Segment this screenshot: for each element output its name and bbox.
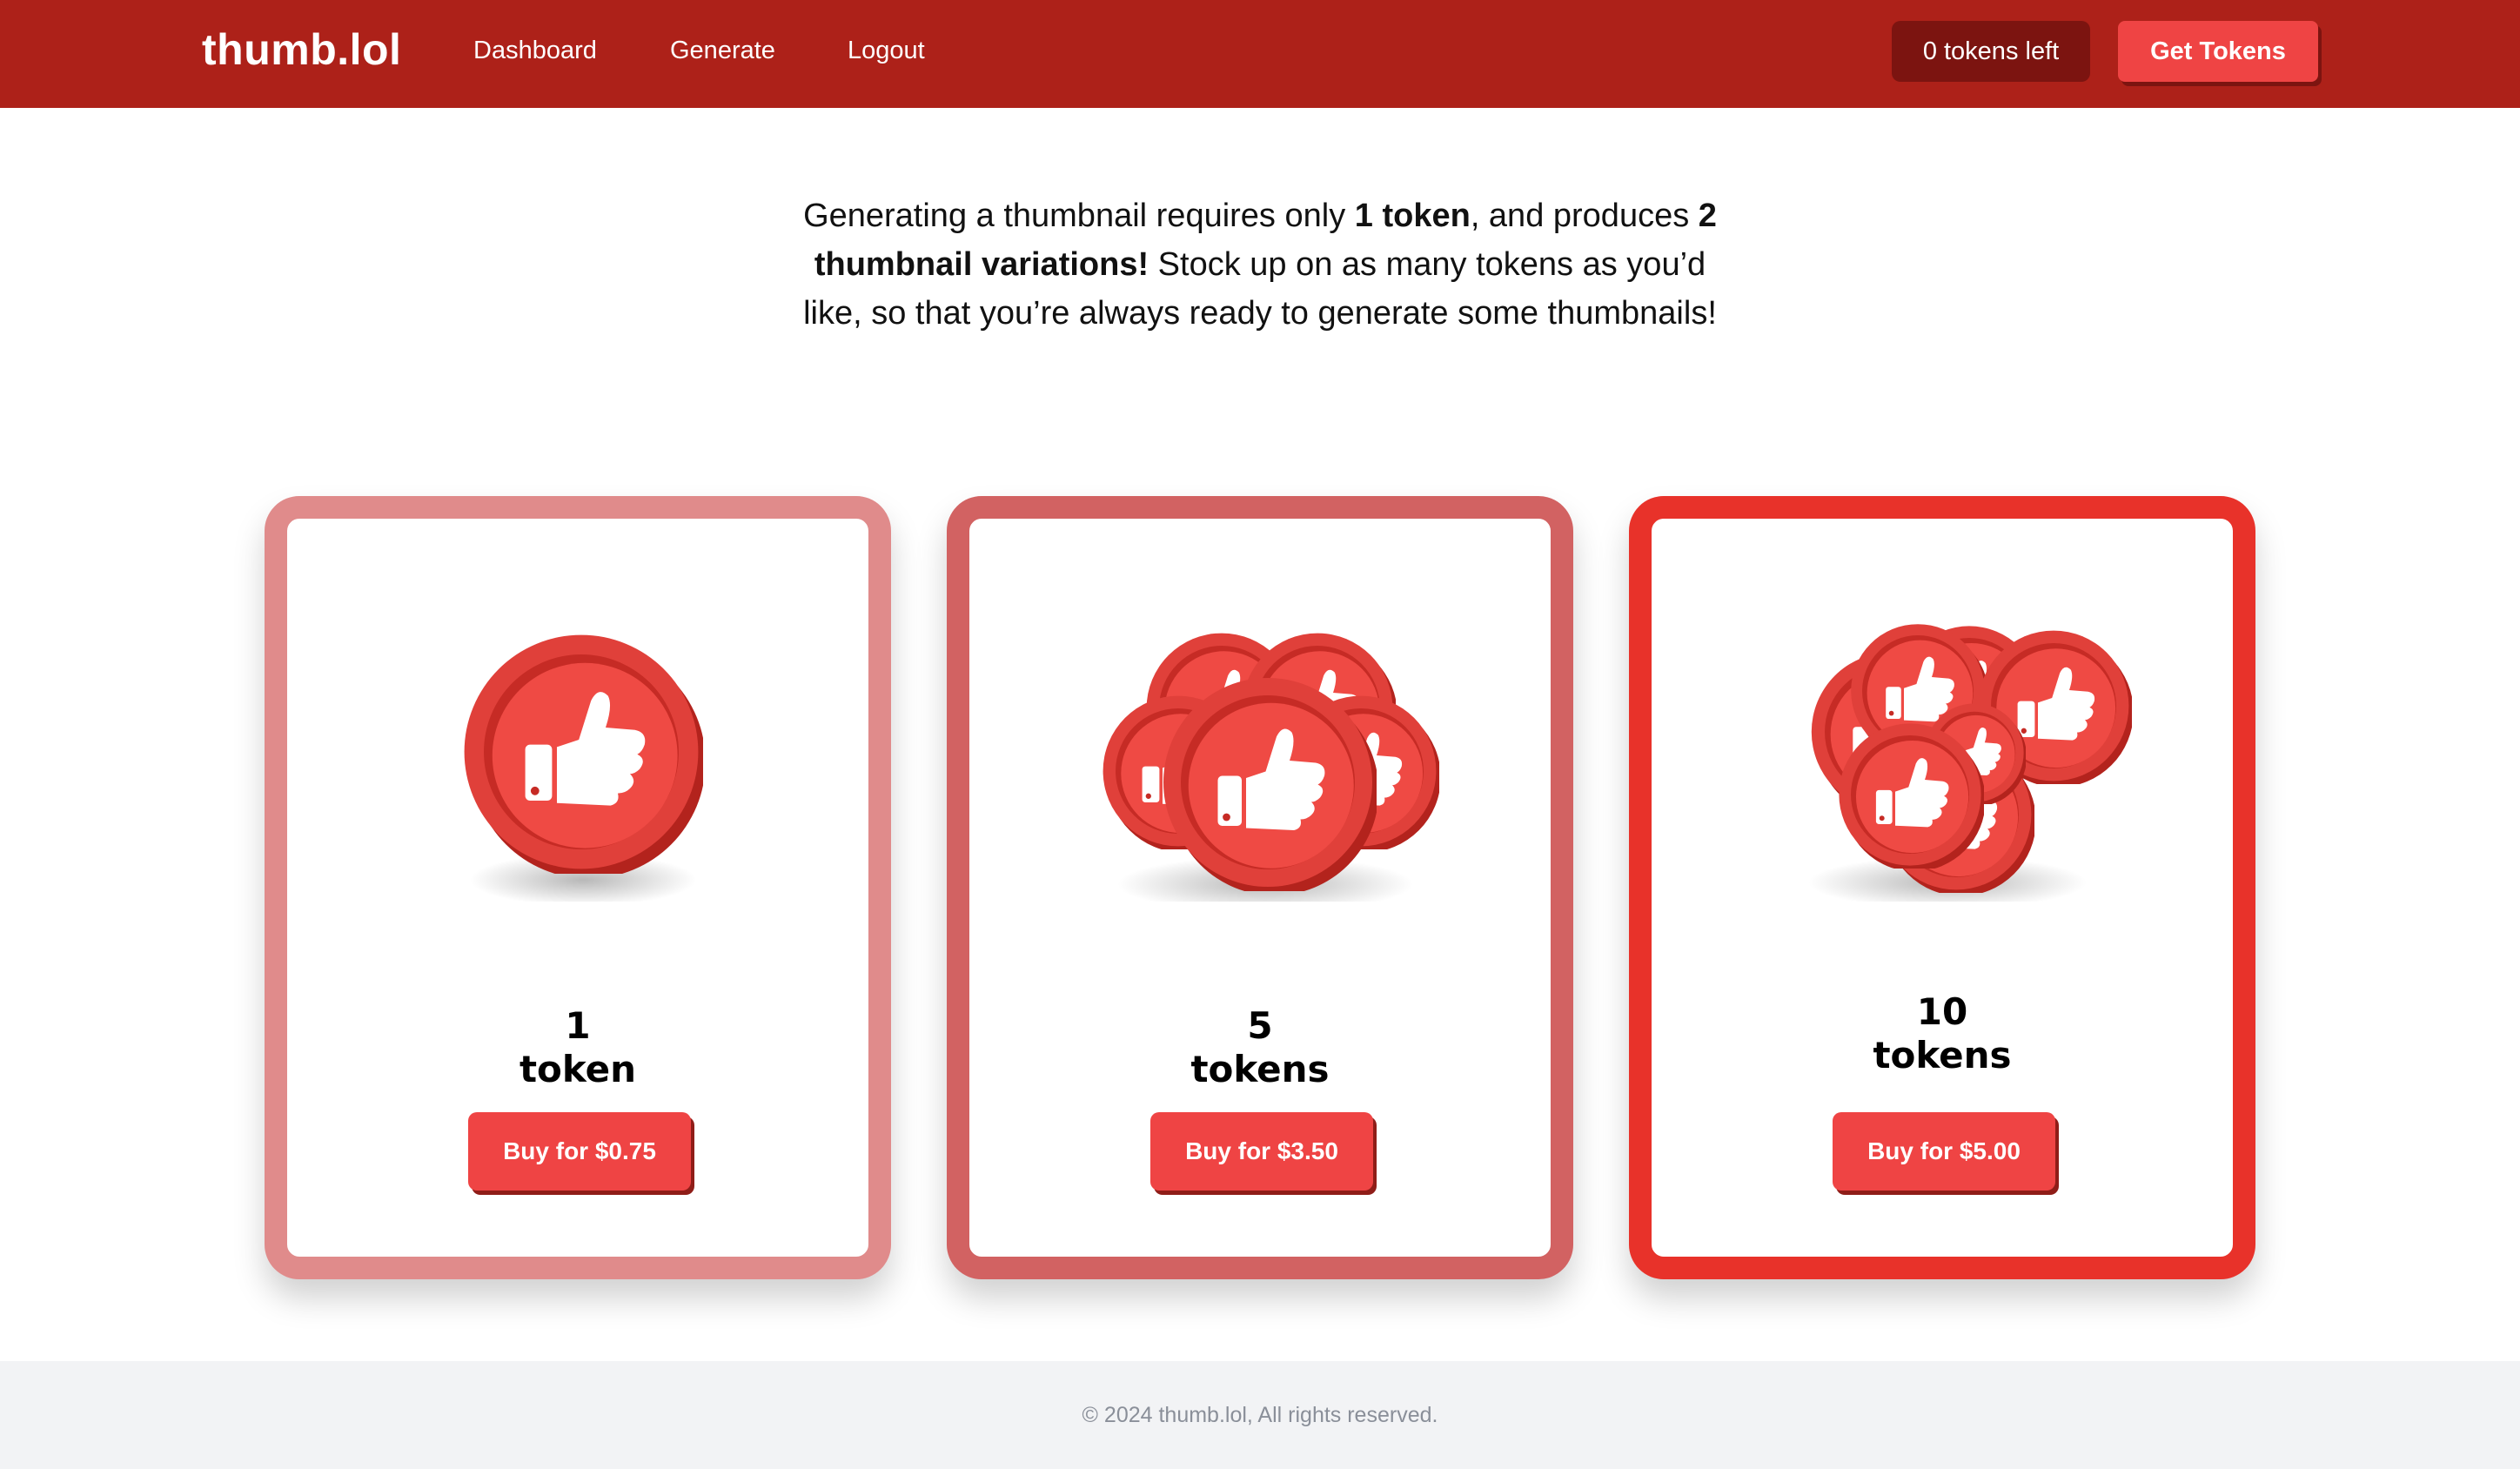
nav-logout[interactable]: Logout (848, 37, 925, 65)
token-unit: token (519, 1048, 637, 1090)
token-pack-card-5: 5 tokens Buy for $3.50 (947, 496, 1573, 1279)
buy-10-tokens-button[interactable]: Buy for $5.00 (1833, 1112, 2055, 1191)
buy-5-tokens-button[interactable]: Buy for $3.50 (1150, 1112, 1373, 1191)
token-pack-card-1: 1 token Buy for $0.75 (265, 496, 891, 1279)
nav-generate[interactable]: Generate (670, 37, 775, 65)
intro-part-2: , and produces (1470, 198, 1699, 234)
token-count: 10 (1916, 990, 1968, 1033)
token-unit: tokens (1873, 1034, 2012, 1077)
tokens-left-badge: 0 tokens left (1892, 21, 2090, 82)
single-thumbs-up-coin-icon (464, 634, 703, 902)
logo[interactable]: thumb.lol (202, 24, 401, 75)
intro-bold-1: 1 token (1354, 198, 1471, 234)
token-unit: tokens (1190, 1048, 1330, 1090)
ten-thumbs-up-coins-icon (1808, 624, 2132, 902)
top-nav-bar: thumb.lol Dashboard Generate Logout 0 to… (0, 0, 2520, 108)
intro-part-1: Generating a thumbnail requires only (803, 198, 1355, 234)
intro-text: Generating a thumbnail requires only 1 t… (801, 191, 1719, 338)
copyright-text: © 2024 thumb.lol, All rights reserved. (1082, 1403, 1438, 1427)
token-count: 5 (1247, 1004, 1273, 1047)
buy-1-token-button[interactable]: Buy for $0.75 (468, 1112, 691, 1191)
token-pack-card-10: 10 tokens Buy for $5.00 (1629, 496, 2255, 1279)
footer: © 2024 thumb.lol, All rights reserved. (0, 1361, 2520, 1469)
nav-dashboard[interactable]: Dashboard (473, 37, 597, 65)
get-tokens-button[interactable]: Get Tokens (2118, 21, 2318, 82)
five-thumbs-up-coins-icon (1102, 633, 1439, 902)
token-count: 1 (565, 1004, 591, 1047)
